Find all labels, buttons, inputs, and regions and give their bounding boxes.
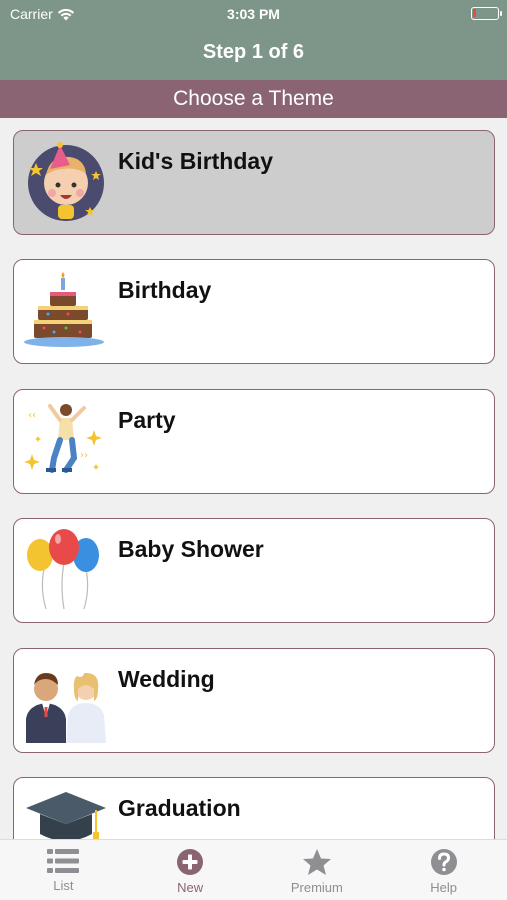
kid-face-icon bbox=[28, 142, 104, 221]
birthday-cake-icon bbox=[24, 272, 104, 347]
status-time: 3:03 PM bbox=[227, 6, 280, 22]
tab-list[interactable]: List bbox=[0, 840, 127, 900]
svg-text:‹‹: ‹‹ bbox=[28, 410, 36, 421]
dancing-person-icon: ‹‹ ›› bbox=[24, 404, 102, 473]
theme-label: Party bbox=[118, 407, 176, 433]
theme-label: Baby Shower bbox=[118, 536, 264, 562]
tab-new-label: New bbox=[177, 880, 204, 895]
theme-list[interactable]: Kid's Birthday Birthday ‹‹ ›› Party Baby… bbox=[0, 118, 507, 839]
theme-card-graduation[interactable]: Graduation bbox=[13, 777, 495, 839]
theme-card-party[interactable]: ‹‹ ›› Party bbox=[13, 389, 495, 494]
couple-icon bbox=[26, 669, 106, 743]
plus-circle-icon bbox=[177, 849, 204, 875]
theme-label: Kid's Birthday bbox=[118, 148, 273, 174]
theme-label: Birthday bbox=[118, 277, 212, 303]
theme-label: Graduation bbox=[118, 795, 241, 821]
tab-premium-label: Premium bbox=[290, 880, 343, 895]
section-header: Choose a Theme bbox=[0, 80, 507, 118]
theme-card-wedding[interactable]: Wedding bbox=[13, 648, 495, 753]
battery-icon bbox=[471, 7, 502, 20]
theme-card-kids-birthday[interactable]: Kid's Birthday bbox=[13, 130, 495, 235]
tab-bar: List New Premium Help bbox=[0, 839, 507, 900]
theme-card-baby-shower[interactable]: Baby Shower bbox=[13, 518, 495, 623]
tab-new[interactable]: New bbox=[127, 840, 254, 900]
list-icon bbox=[47, 849, 80, 873]
graduation-cap-icon bbox=[26, 792, 106, 839]
status-bar: Carrier 3:03 PM bbox=[0, 0, 507, 28]
tab-premium[interactable]: Premium bbox=[254, 840, 381, 900]
tab-help-label: Help bbox=[430, 880, 457, 895]
balloons-icon bbox=[27, 529, 99, 610]
tab-help[interactable]: Help bbox=[380, 840, 507, 900]
tab-list-label: List bbox=[53, 878, 74, 893]
question-circle-icon bbox=[430, 849, 457, 875]
nav-title: Step 1 of 6 bbox=[0, 28, 507, 80]
star-icon bbox=[302, 849, 331, 875]
theme-card-birthday[interactable]: Birthday bbox=[13, 259, 495, 364]
theme-label: Wedding bbox=[118, 666, 215, 692]
svg-text:››: ›› bbox=[80, 450, 88, 461]
